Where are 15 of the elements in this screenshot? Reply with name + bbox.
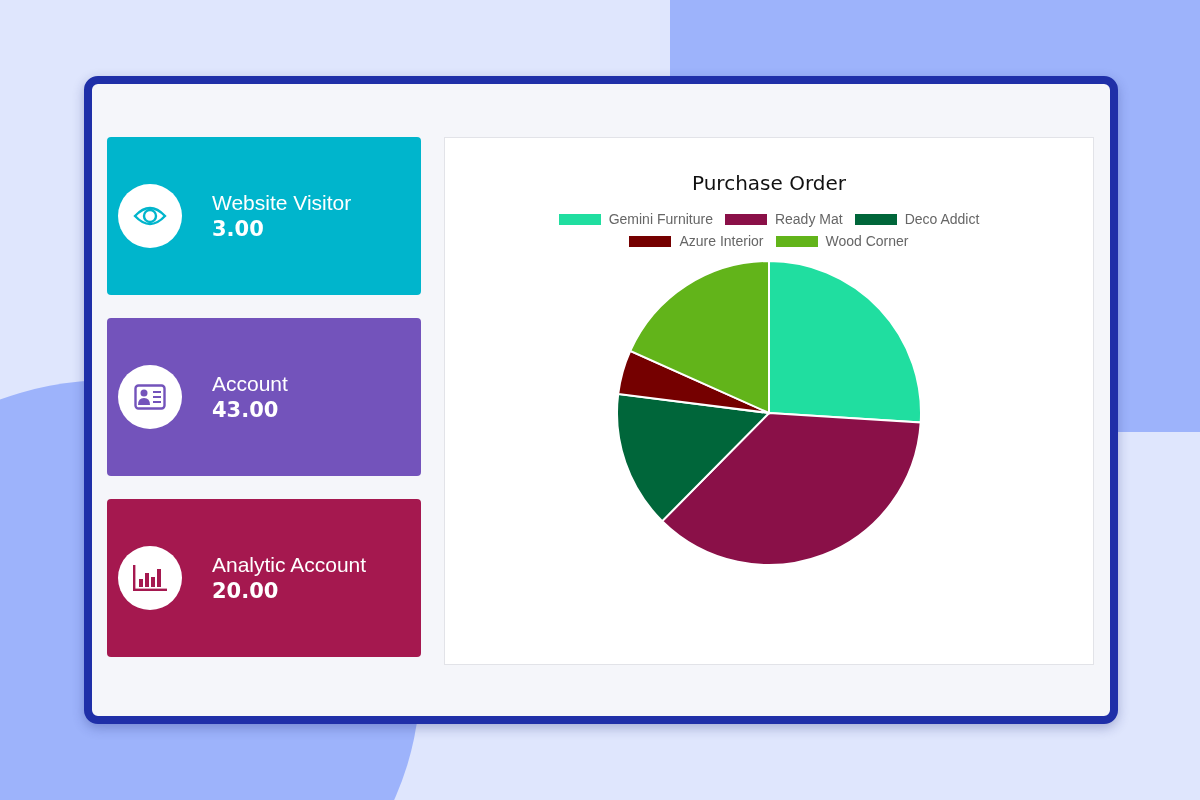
card-title: Account <box>212 371 288 397</box>
legend-label: Deco Addict <box>904 211 980 227</box>
card-value: 3.00 <box>212 216 265 242</box>
chart-title: Purchase Order <box>692 171 846 195</box>
card-value: 20.00 <box>212 578 280 604</box>
legend-label: Ready Mat <box>774 211 843 227</box>
id-card-icon <box>134 384 166 410</box>
legend-label: Gemini Furniture <box>608 211 713 227</box>
card-value: 43.00 <box>212 397 280 423</box>
eye-icon <box>133 204 167 228</box>
card-title: Website Visitor <box>212 190 352 216</box>
card-title: Analytic Account <box>212 552 367 578</box>
bar-chart-icon <box>132 564 168 592</box>
legend-label: Wood Corner <box>825 233 909 249</box>
legend-label: Azure Interior <box>679 233 764 249</box>
